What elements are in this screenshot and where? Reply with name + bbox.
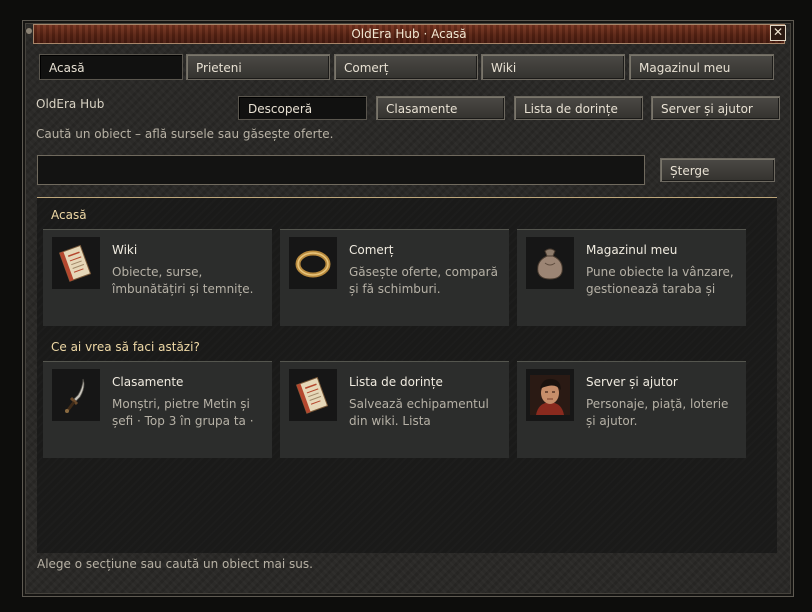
tab-acasa[interactable]: Acasă [39, 54, 183, 80]
sword-icon [52, 369, 100, 421]
title-bar[interactable]: OldEra Hub · Acasă [33, 24, 785, 44]
close-button[interactable]: ✕ [770, 25, 786, 41]
card-lista-de-dorinte[interactable]: Lista de dorințe Salvează echipamentul d… [280, 361, 509, 458]
card-description: Salvează echipamentul din wiki. Lista pe… [349, 397, 489, 428]
card-wiki[interactable]: Wiki Obiecte, surse, îmbunătățiri și tem… [43, 229, 272, 326]
hub-label: OldEra Hub [36, 97, 105, 111]
warrior-portrait-icon [526, 369, 574, 421]
search-input[interactable] [37, 155, 645, 185]
card-title: Lista de dorințe [349, 375, 443, 389]
section-title-home: Acasă [51, 208, 87, 222]
card-title: Comerț [349, 243, 394, 257]
window-corner-ornament [25, 27, 33, 35]
card-comert[interactable]: Comerț Găsește oferte, compară și fă sch… [280, 229, 509, 326]
book-icon [289, 369, 337, 421]
subtab-lista-de-dorinte[interactable]: Lista de dorințe [514, 96, 643, 120]
tab-comert[interactable]: Comerț [334, 54, 478, 80]
window-title: OldEra Hub · Acasă [351, 27, 467, 41]
card-server-si-ajutor[interactable]: Server și ajutor Personaje, piață, loter… [517, 361, 746, 458]
card-description: Monștri, pietre Metin și șefi · Top 3 în… [112, 397, 254, 428]
ring-icon [289, 237, 337, 289]
card-title: Server și ajutor [586, 375, 678, 389]
hub-window: OldEra Hub · Acasă ✕ Acasă Prieteni Come… [22, 20, 794, 597]
card-description: Găsește oferte, compară și fă schimburi. [349, 265, 498, 296]
card-clasamente[interactable]: Clasamente Monștri, pietre Metin și șefi… [43, 361, 272, 458]
card-description: Personaje, piață, loterie și ajutor. [586, 397, 729, 428]
card-title: Wiki [112, 243, 138, 257]
status-text: Alege o secțiune sau caută un obiect mai… [37, 557, 313, 571]
tab-magazinul-meu[interactable]: Magazinul meu [629, 54, 774, 80]
card-description: Obiecte, surse, îmbunătățiri și temnițe. [112, 265, 254, 296]
card-title: Magazinul meu [586, 243, 678, 257]
book-icon [52, 237, 100, 289]
card-description: Pune obiecte la vânzare, gestionează tar… [586, 265, 734, 296]
search-hint: Caută un obiect – află sursele sau găseș… [36, 127, 334, 141]
tab-wiki[interactable]: Wiki [481, 54, 625, 80]
card-magazinul-meu[interactable]: Magazinul meu Pune obiecte la vânzare, g… [517, 229, 746, 326]
subtab-clasamente[interactable]: Clasamente [376, 96, 505, 120]
home-panel: Acasă Wiki Obiecte, surse, îmbunătățiri … [37, 197, 777, 553]
bag-icon [526, 237, 574, 289]
subtab-descopera[interactable]: Descoperă [238, 96, 367, 120]
subtab-server-si-ajutor[interactable]: Server și ajutor [651, 96, 780, 120]
section-title-actions: Ce ai vrea să faci astăzi? [51, 340, 200, 354]
clear-button[interactable]: Șterge [660, 158, 775, 182]
card-title: Clasamente [112, 375, 184, 389]
tab-prieteni[interactable]: Prieteni [186, 54, 330, 80]
